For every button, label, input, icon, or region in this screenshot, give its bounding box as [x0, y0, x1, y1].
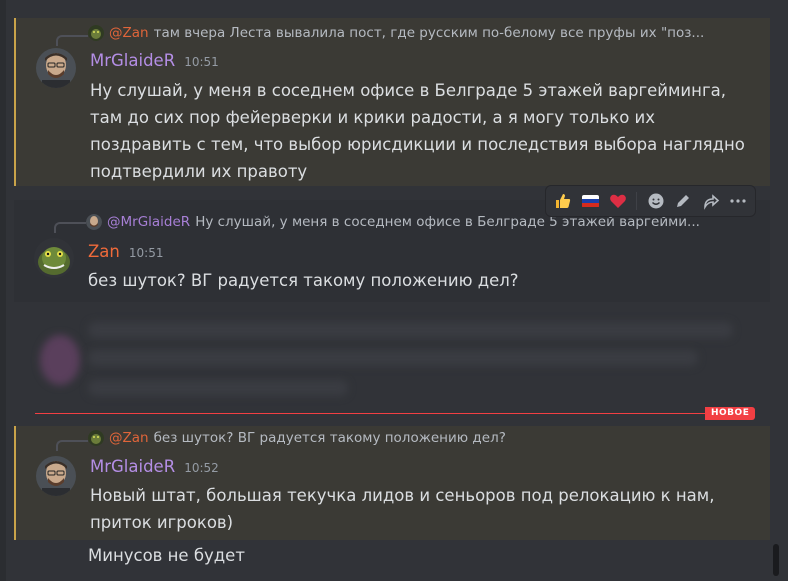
add-reaction-icon [648, 193, 664, 209]
russian-flag-reaction-button[interactable] [579, 190, 600, 212]
scrollbar-thumb[interactable] [773, 544, 779, 576]
edit-button[interactable] [673, 190, 694, 212]
message-line: без шуток? ВГ радуется такому положению … [88, 271, 519, 290]
thumbs-up-reaction-button[interactable] [552, 190, 573, 212]
forward-button[interactable] [700, 190, 721, 212]
message-content: Ну слушай, у меня в соседнем офисе в Бел… [90, 77, 760, 185]
zan-mini-avatar [88, 25, 104, 41]
more-button[interactable] [728, 190, 749, 212]
edit-icon [677, 195, 690, 207]
reply-spine [54, 222, 86, 233]
reply-author[interactable]: @Zan [109, 430, 149, 446]
add-reaction-button[interactable] [645, 190, 666, 212]
toolbar-separator [636, 192, 638, 210]
message-glaider-2[interactable]: @Zan без шуток? ВГ радуется такому полож… [14, 426, 770, 540]
reply-author[interactable]: @MrGlaideR [107, 214, 190, 230]
reply-spine [56, 440, 88, 451]
message-actions-toolbar [545, 185, 756, 217]
new-messages-badge: НОВОЕ [705, 407, 756, 420]
red-heart-icon [609, 194, 626, 208]
followup-message: Минусов не будет [88, 546, 245, 565]
reply-spine [56, 35, 88, 46]
reply-text[interactable]: без шуток? ВГ радуется такому положению … [154, 430, 506, 446]
blurred-line [88, 322, 733, 338]
message-content: Новый штат, большая текучка лидов и сень… [90, 482, 760, 536]
zan-mini-avatar [88, 430, 104, 446]
message-content: без шуток? ВГ радуется такому положению … [88, 267, 758, 294]
avatar[interactable] [36, 48, 76, 88]
message-line: поздравить с тем, что выбор юрисдикции и… [90, 135, 745, 154]
avatar[interactable] [34, 238, 74, 278]
message-line: там до сих пор фейерверки и крики радост… [90, 108, 656, 127]
blurred-avatar [40, 335, 80, 385]
timestamp[interactable]: 10:52 [184, 461, 219, 475]
author-name[interactable]: Zan [88, 242, 120, 261]
message-line: приток игроков) [90, 513, 234, 532]
blurred-line [88, 380, 348, 396]
author-name[interactable]: MrGlaideR [90, 457, 175, 476]
glaider-mini-avatar [86, 214, 102, 230]
new-messages-divider [35, 413, 705, 414]
russian-flag-icon [581, 194, 599, 208]
message-line: Новый штат, большая текучка лидов и сень… [90, 486, 715, 505]
heart-reaction-button[interactable] [607, 190, 628, 212]
message-line: Ну слушай, у меня в соседнем офисе в Бел… [90, 81, 726, 100]
more-icon [730, 199, 746, 203]
reply-text[interactable]: там вчера Леста вывалила пост, где русск… [154, 25, 705, 41]
blurred-line [88, 350, 698, 366]
server-sidebar-edge [0, 0, 6, 581]
avatar[interactable] [36, 456, 76, 496]
message-line: подтвердили их правоту [90, 162, 308, 181]
timestamp[interactable]: 10:51 [184, 55, 219, 69]
message-glaider-1[interactable]: @Zan там вчера Леста вывалила пост, где … [14, 18, 770, 186]
author-name[interactable]: MrGlaideR [90, 51, 175, 70]
timestamp[interactable]: 10:51 [129, 246, 164, 260]
reply-preview[interactable]: @Zan без шуток? ВГ радуется такому полож… [88, 429, 758, 447]
reply-preview[interactable]: @Zan там вчера Леста вывалила пост, где … [88, 24, 758, 42]
thumbs-up-icon [555, 194, 570, 208]
reply-author[interactable]: @Zan [109, 25, 149, 41]
forward-icon [704, 194, 720, 210]
